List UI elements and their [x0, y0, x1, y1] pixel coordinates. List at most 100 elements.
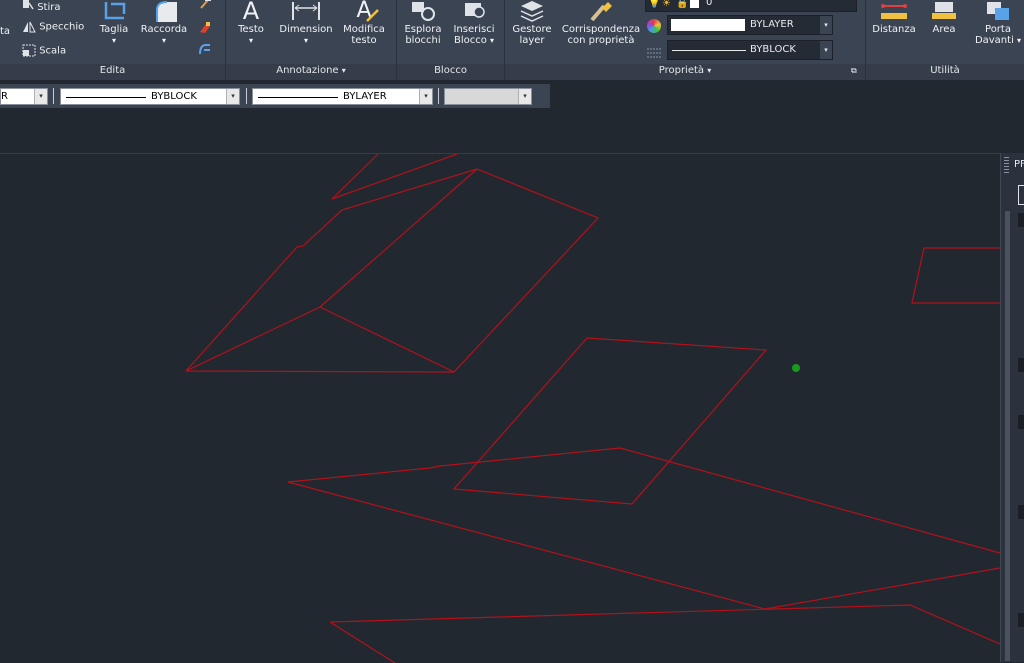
palette-selector[interactable] — [1018, 185, 1024, 205]
esplora-blocchi-button[interactable]: Esplora blocchi — [401, 0, 445, 46]
distanza-label: Distanza — [872, 24, 916, 35]
dimension-button[interactable]: Dimension ▾ — [278, 0, 334, 46]
scala-label: Scala — [39, 45, 67, 57]
porta-dropdown-icon[interactable]: ▾ — [1017, 36, 1021, 45]
palette-field — [1018, 613, 1024, 627]
insert-block-icon — [449, 0, 499, 24]
explode-icon — [401, 0, 445, 24]
drawing-polyline — [329, 604, 1000, 645]
trim-icon — [96, 0, 132, 24]
layer-name: 0 — [706, 0, 713, 8]
panel-utilita: Utilità Distanza Area Porta Davanti ▾ — [866, 0, 1024, 80]
toolbar-lineweight-combo[interactable]: BYLAYER ▾ — [252, 88, 433, 105]
color-swatch-white — [671, 19, 745, 31]
drawing-polyline — [331, 154, 458, 200]
toolbar-linetype-combo[interactable]: BYBLOCK ▾ — [60, 88, 240, 105]
match-properties-icon — [561, 0, 641, 24]
testo-button[interactable]: A Testo ▾ — [234, 0, 268, 46]
taglia-dropdown-icon[interactable]: ▾ — [96, 35, 132, 46]
toolbar-plotstyle-combo[interactable]: ▾ — [444, 88, 532, 105]
linetype-line-sample — [66, 97, 146, 98]
panel-title-annotazione[interactable]: Annotazione ▾ — [226, 64, 396, 78]
palette-scrollbar[interactable] — [1005, 211, 1010, 661]
gestore-layer-button[interactable]: Gestore layer — [511, 0, 553, 46]
proprieta-expand-icon: ▾ — [707, 66, 712, 75]
toolbar-layer-combo[interactable]: R ▾ — [0, 88, 48, 105]
panel-title-utilita: Utilità — [930, 65, 960, 76]
taglia-label: Taglia — [99, 24, 129, 35]
panel-blocco: Blocco Esplora blocchi Inserisci Blocco … — [397, 0, 505, 80]
layer-color-swatch — [690, 0, 699, 8]
cursor-point — [792, 364, 800, 372]
drawing-polyline — [911, 247, 1000, 304]
toolbar-lineweight-combo-text: BYLAYER — [343, 91, 387, 102]
linetype-dropdown[interactable]: BYBLOCK ▾ — [667, 40, 833, 60]
ribbon: Edita ta Stira Specchio Scala Taglia ▾ R… — [0, 0, 1024, 80]
panel-title-proprieta[interactable]: Proprietà ▾ — [505, 64, 865, 78]
stira-label: Stira — [37, 2, 61, 13]
linetype-value: BYBLOCK — [750, 44, 796, 55]
gestore-label-1: Gestore — [512, 24, 552, 35]
partial-edit-label[interactable]: ta — [0, 26, 10, 37]
raccorda-button[interactable]: Raccorda ▾ — [140, 0, 188, 46]
inserisci-label-1: Inserisci — [453, 24, 495, 35]
toolbar-linetype-combo-text: BYBLOCK — [151, 91, 197, 102]
palette-field — [1018, 505, 1024, 519]
esplora-label-2: blocchi — [405, 35, 441, 46]
modifica-testo-button[interactable]: A Modifica testo — [340, 0, 388, 46]
palette-grip[interactable] — [1004, 157, 1009, 175]
drawing-polyline — [319, 168, 478, 308]
dimension-icon — [278, 0, 334, 24]
distanza-button[interactable]: Distanza — [872, 0, 916, 35]
properties-dialog-launcher-icon[interactable]: ⧉ — [851, 66, 857, 76]
color-dropdown[interactable]: BYLAYER ▾ — [667, 15, 833, 35]
toolbar-layer-combo-text: R — [1, 91, 8, 102]
color-dropdown-arrow-icon: ▾ — [820, 16, 832, 34]
modifica-label-2: testo — [351, 35, 377, 46]
palette-field — [1018, 358, 1024, 372]
drawing-polyline — [185, 306, 455, 373]
join-tool-button[interactable] — [198, 42, 212, 59]
testo-dropdown-icon[interactable]: ▾ — [234, 35, 268, 46]
lock-icon: 🔓 — [676, 0, 689, 9]
taglia-button[interactable]: Taglia ▾ — [96, 0, 132, 46]
area-label: Area — [932, 24, 956, 35]
panel-title-blocco: Blocco — [434, 65, 467, 76]
hammer-icon — [198, 0, 212, 10]
sun-icon: ☀ — [662, 0, 671, 9]
linetype-dropdown-arrow-icon: ▾ — [820, 41, 832, 59]
specchio-button[interactable]: Specchio — [22, 20, 84, 33]
join-icon — [198, 42, 212, 56]
porta-label-2: Davanti — [974, 35, 1014, 46]
drawing-polyline — [287, 447, 1000, 554]
hammer-tool-button[interactable] — [198, 0, 212, 13]
toolbar-lineweight-combo-arrow-icon: ▾ — [419, 89, 432, 104]
stira-button[interactable]: Stira — [22, 0, 60, 13]
raccorda-label: Raccorda — [140, 24, 188, 35]
layer-dropdown[interactable]: 💡 ☀ 🔓 0 — [645, 0, 857, 12]
linetype-icon — [647, 44, 661, 58]
panel-annotazione: Annotazione ▾ A Testo ▾ Dimension ▾ A Mo… — [226, 0, 397, 80]
raccorda-dropdown-icon[interactable]: ▾ — [140, 35, 188, 46]
eraser-icon — [198, 20, 212, 34]
properties-palette: PF — [1000, 153, 1024, 662]
measure-area-icon — [924, 0, 964, 24]
corrispondenza-label-2: con proprietà — [567, 35, 635, 46]
area-button[interactable]: Area — [924, 0, 964, 35]
dimension-dropdown-icon[interactable]: ▾ — [278, 35, 334, 46]
inserisci-blocco-button[interactable]: Inserisci Blocco ▾ — [449, 0, 499, 46]
toolbar-plotstyle-combo-arrow-icon: ▾ — [518, 89, 531, 104]
drawing-polyline — [329, 621, 396, 663]
scala-button[interactable]: Scala — [22, 44, 66, 57]
stira-icon — [22, 0, 34, 10]
erase-tool-button[interactable] — [198, 20, 212, 37]
text-icon: A — [242, 0, 260, 25]
esplora-label-1: Esplora — [404, 24, 442, 35]
corrispondenza-proprieta-button[interactable]: Corrispondenza con proprietà — [561, 0, 641, 46]
porta-label-1: Porta — [985, 24, 1011, 35]
drawing-canvas[interactable] — [0, 153, 1000, 663]
porta-davanti-button[interactable]: Porta Davanti ▾ — [974, 0, 1022, 46]
dimension-label: Dimension — [279, 24, 333, 35]
inserisci-dropdown-icon[interactable]: ▾ — [490, 36, 494, 45]
annotazione-expand-icon: ▾ — [341, 66, 346, 75]
